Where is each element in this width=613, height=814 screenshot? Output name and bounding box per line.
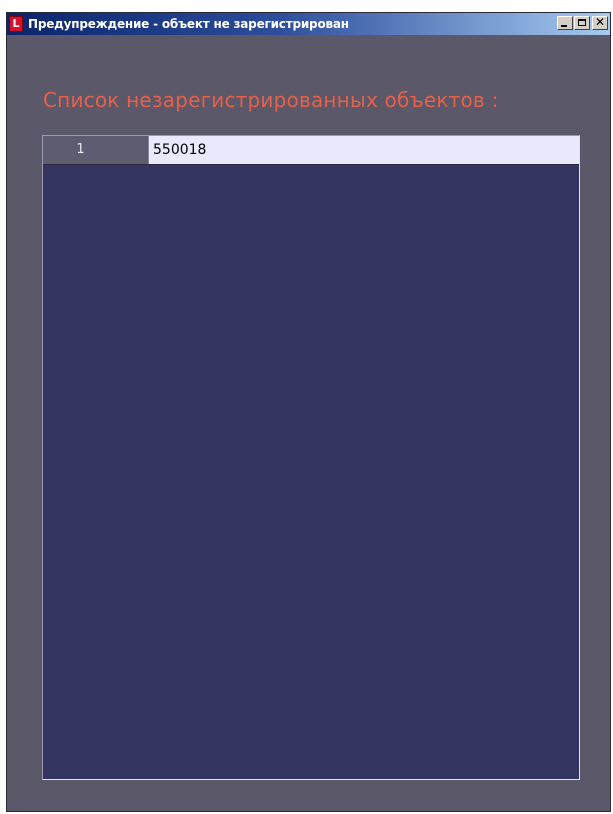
minimize-button[interactable] — [557, 16, 573, 30]
list-heading: Список незарегистрированных объектов : — [43, 88, 499, 112]
maximize-icon — [578, 19, 586, 26]
object-id-cell[interactable]: 550018 — [149, 136, 579, 164]
app-logo-icon[interactable]: L — [9, 16, 23, 32]
row-number[interactable]: 1 — [43, 136, 149, 164]
unregistered-objects-grid[interactable]: 1 550018 — [42, 135, 580, 780]
table-row[interactable]: 1 550018 — [43, 136, 579, 165]
minimize-icon — [561, 25, 567, 27]
close-icon: ✕ — [594, 15, 606, 29]
window-title: Предупреждение - объект не зарегистриров… — [28, 17, 349, 31]
close-button[interactable]: ✕ — [592, 15, 608, 30]
title-bar[interactable]: L Предупреждение - объект не зарегистрир… — [7, 13, 610, 35]
maximize-button[interactable] — [574, 16, 590, 30]
warning-window: L Предупреждение - объект не зарегистрир… — [6, 12, 611, 812]
caption-buttons: ✕ — [556, 15, 608, 30]
